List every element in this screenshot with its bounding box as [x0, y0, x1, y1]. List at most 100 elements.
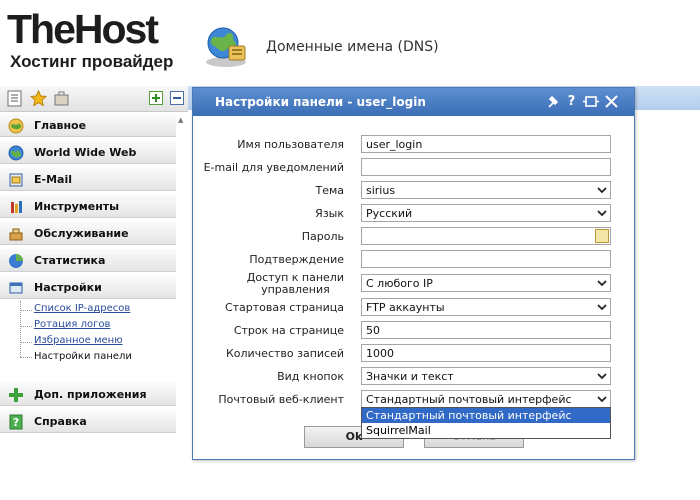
- sidebar-item-label: Обслуживание: [34, 227, 129, 240]
- sidebar-item-www[interactable]: World Wide Web: [0, 140, 176, 164]
- row-theme: Тема sirius: [193, 181, 634, 203]
- sidebar-item-main[interactable]: Главное: [0, 113, 176, 137]
- close-icon[interactable]: [604, 93, 619, 110]
- mail-icon: [9, 173, 23, 187]
- sidebar-item-email[interactable]: E-Mail: [0, 167, 176, 191]
- sidebar-item-maintenance[interactable]: Обслуживание: [0, 221, 176, 245]
- settings-icon: [9, 282, 23, 294]
- theme-label: Тема: [315, 184, 344, 197]
- sidebar-item-tools[interactable]: Инструменты: [0, 194, 176, 218]
- favorites-star-icon[interactable]: [30, 90, 47, 107]
- sidebar-item-label: Статистика: [34, 254, 106, 267]
- submenu-item-panel-settings[interactable]: Настройки панели: [34, 351, 132, 362]
- help-icon: ?: [9, 414, 23, 430]
- username-label: Имя пользователя: [237, 138, 344, 151]
- tools-icon: [11, 201, 22, 213]
- sidebar-toolbar: [0, 86, 188, 112]
- panel-settings-dialog: Настройки панели - user_login ? Имя поль…: [192, 87, 635, 460]
- records-count-label: Количество записей: [225, 347, 344, 360]
- collapse-all-icon[interactable]: [170, 91, 184, 105]
- start-page-label: Стартовая страница: [224, 301, 344, 314]
- submenu-tree-branch: [20, 310, 32, 311]
- sidebar-item-statistics[interactable]: Статистика: [0, 248, 176, 272]
- rows-per-page-label: Строк на странице: [233, 324, 344, 337]
- pin-icon[interactable]: [546, 93, 561, 110]
- confirm-password-field[interactable]: [361, 250, 611, 268]
- language-label: Язык: [315, 207, 344, 220]
- statistics-pie-icon: [9, 254, 23, 268]
- dialog-title: Настройки панели - user_login: [215, 95, 426, 109]
- chevron-down-icon: [597, 304, 607, 311]
- scroll-up-arrow-icon[interactable]: ▲: [178, 116, 183, 124]
- access-label-line2: управления: [261, 283, 330, 296]
- language-value: Русский: [366, 207, 413, 220]
- sidebar-item-settings[interactable]: Настройки: [0, 275, 176, 299]
- row-access: Доступ к панели управления С любого IP: [193, 272, 634, 296]
- chevron-down-icon: [597, 187, 607, 194]
- briefcase-icon[interactable]: [53, 90, 70, 107]
- row-start-page: Стартовая страница FTP аккаунты: [193, 298, 634, 320]
- language-select[interactable]: Русский: [361, 204, 611, 222]
- webmail-option-squirrelmail[interactable]: SquirrelMail: [362, 423, 610, 438]
- button-view-value: Значки и текст: [366, 370, 454, 383]
- row-rows-per-page: Строк на странице 50: [193, 321, 634, 343]
- row-email: E-mail для уведомлений: [193, 158, 634, 180]
- webmail-value: Стандартный почтовый интерфейс: [366, 393, 572, 406]
- chevron-down-icon: [597, 373, 607, 380]
- dialog-title-bar[interactable]: Настройки панели - user_login ?: [193, 88, 634, 116]
- rows-per-page-field[interactable]: 50: [361, 321, 611, 339]
- submenu-link-log-rotation[interactable]: Ротация логов: [34, 319, 110, 330]
- email-label: E-mail для уведомлений: [203, 161, 344, 174]
- access-select[interactable]: С любого IP: [361, 274, 611, 292]
- svg-text:?: ?: [13, 416, 19, 429]
- globe-network-icon: [206, 27, 246, 67]
- theme-value: sirius: [366, 184, 396, 197]
- webmail-label: Почтовый веб-клиент: [218, 393, 344, 406]
- password-generator-icon[interactable]: [595, 229, 609, 243]
- row-username: Имя пользователя user_login: [193, 135, 634, 157]
- button-view-select[interactable]: Значки и текст: [361, 367, 611, 385]
- password-label: Пароль: [301, 230, 344, 243]
- logo-tagline: Хостинг провайдер: [10, 52, 174, 71]
- logo-main-text: TheHost: [7, 6, 159, 52]
- plus-apps-icon: [9, 388, 23, 402]
- help-icon[interactable]: ?: [564, 93, 579, 110]
- list-view-icon[interactable]: [6, 90, 23, 107]
- submenu-tree-branch: [20, 357, 32, 358]
- webmail-option-standard[interactable]: Стандартный почтовый интерфейс: [362, 408, 610, 423]
- email-field[interactable]: [361, 158, 611, 176]
- row-confirm: Подтверждение: [193, 250, 634, 272]
- maintenance-icon: [9, 228, 23, 241]
- theme-select[interactable]: sirius: [361, 181, 611, 199]
- sidebar-item-label: Настройки: [34, 281, 102, 294]
- home-globe-icon: [8, 118, 24, 134]
- sidebar-scrollbar[interactable]: ▲: [176, 112, 188, 500]
- sidebar-item-extra-apps[interactable]: Доп. приложения: [0, 382, 176, 406]
- www-globe-icon: [8, 145, 24, 161]
- sidebar-item-help[interactable]: ? Справка: [0, 409, 176, 433]
- submenu-tree-branch: [20, 326, 32, 327]
- expand-all-icon[interactable]: [149, 91, 163, 105]
- row-language: Язык Русский: [193, 204, 634, 226]
- access-value: С любого IP: [366, 277, 433, 290]
- row-password: Пароль: [193, 227, 634, 249]
- maximize-icon[interactable]: [582, 93, 600, 110]
- username-field[interactable]: user_login: [361, 135, 611, 153]
- chevron-down-icon: [597, 396, 607, 403]
- button-view-label: Вид кнопок: [277, 370, 344, 383]
- records-count-field[interactable]: 1000: [361, 344, 611, 362]
- sidebar-item-label: Главное: [34, 119, 87, 132]
- chevron-down-icon: [597, 280, 607, 287]
- submenu-tree-branch: [20, 342, 32, 343]
- sidebar-item-label: World Wide Web: [34, 146, 137, 159]
- start-page-value: FTP аккаунты: [366, 301, 445, 314]
- submenu-link-ip-list[interactable]: Список IP-адресов: [34, 303, 130, 314]
- start-page-select[interactable]: FTP аккаунты: [361, 298, 611, 316]
- password-field[interactable]: [361, 227, 611, 245]
- submenu-link-favorites-menu[interactable]: Избранное меню: [34, 335, 123, 346]
- webmail-dropdown-list: Стандартный почтовый интерфейс SquirrelM…: [361, 407, 611, 439]
- webmail-select[interactable]: Стандартный почтовый интерфейс: [361, 390, 611, 408]
- sidebar-item-label: E-Mail: [34, 173, 72, 186]
- sidebar-item-label: Инструменты: [34, 200, 120, 213]
- thehost-logo: TheHost Хостинг провайдер: [7, 6, 192, 74]
